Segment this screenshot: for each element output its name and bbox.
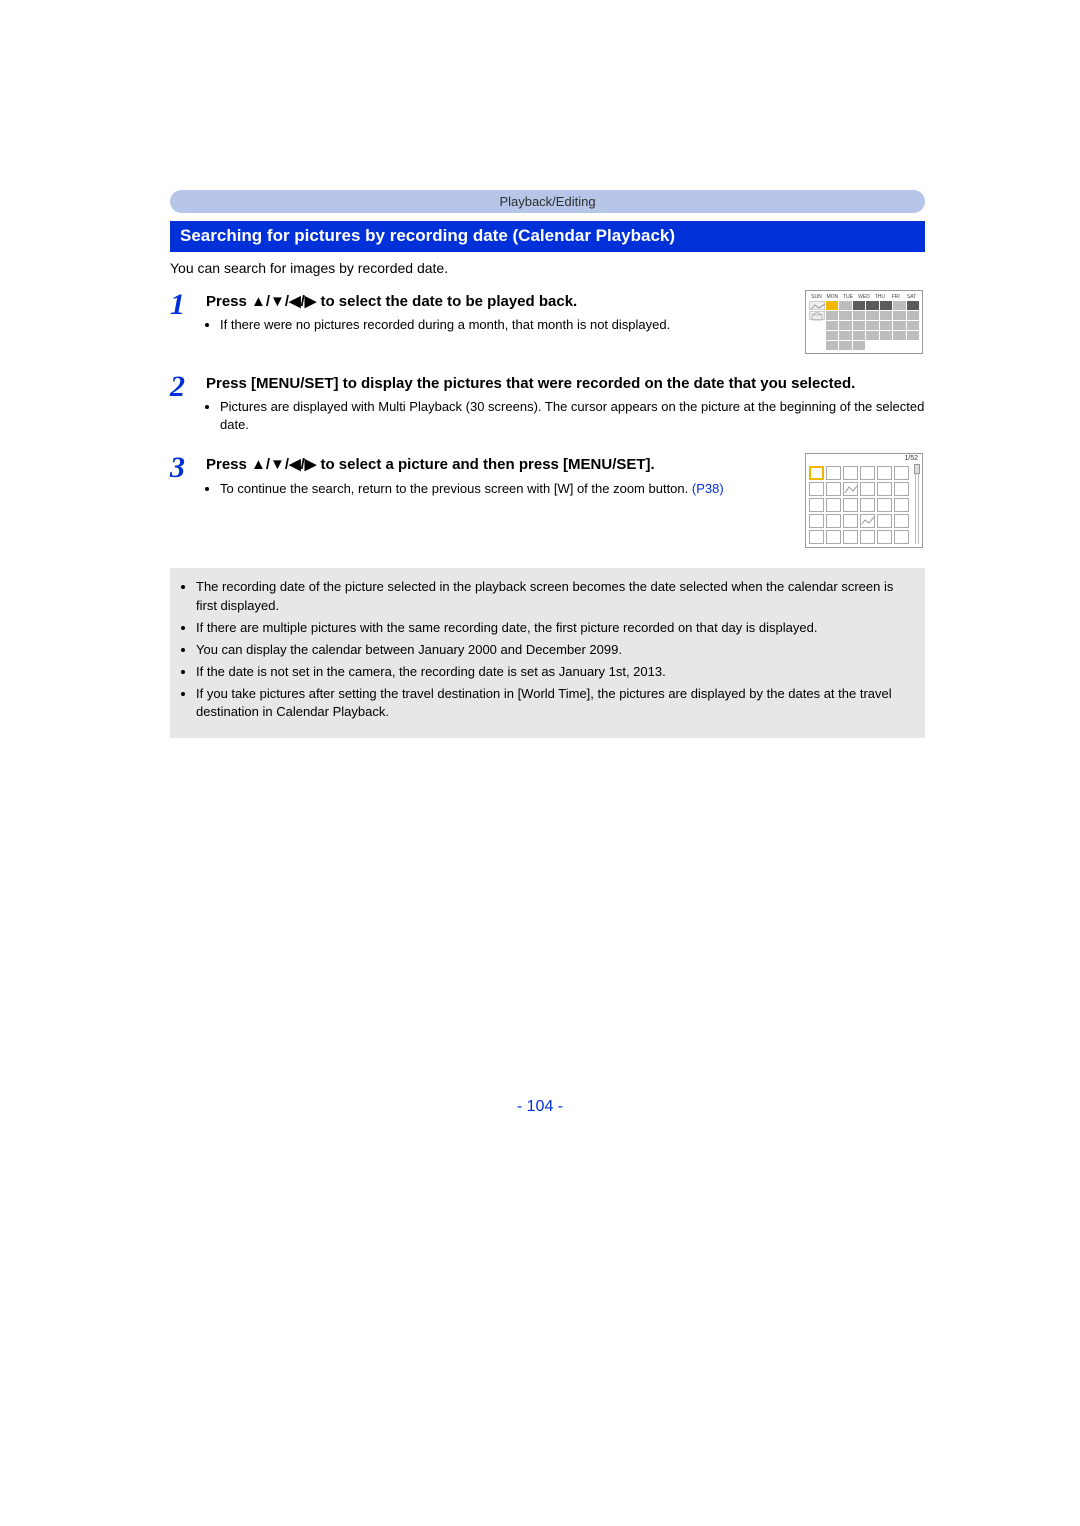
breadcrumb: Playback/Editing	[170, 190, 925, 213]
step-3: 3 Press ▲/▼/◀/▶ to select a picture and …	[170, 453, 925, 548]
day-label: THU	[872, 294, 887, 300]
page-number: - 104 -	[0, 1098, 1080, 1116]
day-label: WED	[857, 294, 872, 300]
step-heading: Press [MENU/SET] to display the pictures…	[206, 374, 925, 394]
step-2: 2 Press [MENU/SET] to display the pictur…	[170, 372, 925, 435]
intro-text: You can search for images by recorded da…	[170, 260, 925, 276]
page-link[interactable]: (P38)	[692, 481, 724, 496]
step-number: 1	[170, 290, 206, 320]
step-heading: Press ▲/▼/◀/▶ to select a picture and th…	[206, 455, 795, 475]
note-item: The recording date of the picture select…	[196, 578, 911, 614]
month-preview-icon	[809, 311, 825, 320]
step-number: 2	[170, 372, 206, 402]
step-bullet: To continue the search, return to the pr…	[220, 480, 795, 498]
day-label: SAT	[904, 294, 919, 300]
step-heading: Press ▲/▼/◀/▶ to select the date to be p…	[206, 292, 795, 312]
month-preview-icon	[809, 301, 825, 310]
picture-counter: 1/52	[904, 455, 918, 462]
step-bullet: If there were no pictures recorded durin…	[220, 316, 795, 334]
notes-box: The recording date of the picture select…	[170, 568, 925, 737]
day-label: FRI	[888, 294, 903, 300]
step-bullet: Pictures are displayed with Multi Playba…	[220, 398, 925, 433]
page-title: Searching for pictures by recording date…	[170, 221, 925, 252]
scrollbar[interactable]	[914, 464, 920, 544]
day-label: TUE	[841, 294, 856, 300]
day-label: SUN	[809, 294, 824, 300]
note-item: If the date is not set in the camera, th…	[196, 663, 911, 681]
day-label: MON	[825, 294, 840, 300]
step-number: 3	[170, 453, 206, 483]
multi-playback-thumbnail: 1/52	[805, 453, 925, 548]
note-item: If you take pictures after setting the t…	[196, 685, 911, 721]
calendar-thumbnail: SUN MON TUE WED THU FRI SAT	[805, 290, 925, 354]
note-item: If there are multiple pictures with the …	[196, 619, 911, 637]
note-item: You can display the calendar between Jan…	[196, 641, 911, 659]
step-1: 1 Press ▲/▼/◀/▶ to select the date to be…	[170, 290, 925, 354]
